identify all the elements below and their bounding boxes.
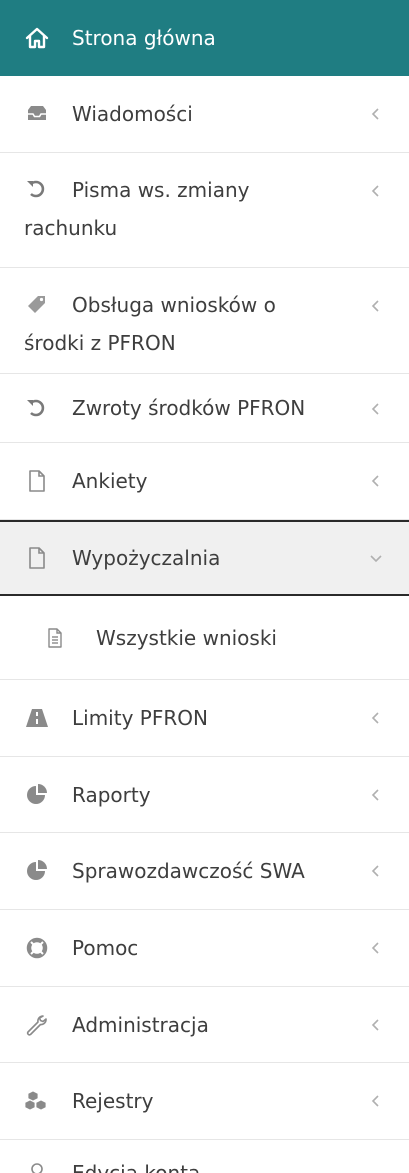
chevron-left-icon [369, 402, 381, 416]
sidebar-item-label: Sprawozdawczość SWA [72, 859, 305, 883]
chevron-left-icon [369, 864, 381, 878]
chevron-left-icon [369, 299, 381, 313]
lifebuoy-icon [24, 936, 50, 960]
sidebar-item-messages[interactable]: Wiadomości [0, 76, 409, 153]
sidebar-item-administration[interactable]: Administracja [0, 987, 409, 1063]
chevron-left-icon [369, 788, 381, 802]
cubes-icon [24, 1089, 50, 1113]
road-icon [24, 706, 50, 730]
sidebar-item-surveys[interactable]: Ankiety [0, 443, 409, 520]
sidebar-item-label: Pomoc [72, 936, 139, 960]
sidebar-item-label-line2: rachunku [24, 216, 118, 240]
chevron-left-icon [369, 1018, 381, 1032]
sidebar-item-label: Administracja [72, 1012, 209, 1037]
sidebar-item-label-line1: Obsługa wniosków o [72, 293, 276, 317]
sidebar-item-label: Zwroty środków PFRON [72, 396, 306, 420]
pie-chart-icon [24, 783, 50, 807]
sidebar-item-label: Wypożyczalnia [72, 546, 221, 570]
document-icon [24, 469, 50, 493]
home-icon [24, 26, 50, 50]
sidebar-item-account-change-letters[interactable]: Pisma ws. zmiany rachunku [0, 153, 409, 268]
sidebar-item-swa-reporting[interactable]: Sprawozdawczość SWA [0, 833, 409, 910]
sidebar-item-pfron-refunds[interactable]: Zwroty środków PFRON [0, 374, 409, 443]
chevron-left-icon [369, 107, 381, 121]
sidebar-nav: Strona główna Wiadomości Pisma ws. zmian… [0, 0, 409, 1173]
chevron-left-icon [369, 184, 381, 198]
sidebar-item-reports[interactable]: Raporty [0, 757, 409, 833]
sidebar-item-label: Ankiety [72, 469, 148, 493]
sidebar-item-registers[interactable]: Rejestry [0, 1063, 409, 1140]
sidebar-item-pfron-applications[interactable]: Obsługa wniosków o środki z PFRON [0, 268, 409, 374]
sidebar-item-label: Raporty [72, 782, 151, 807]
sidebar-item-label: Edycja konta [72, 1161, 201, 1173]
sidebar-subitem-all-applications[interactable]: Wszystkie wnioski [0, 596, 409, 680]
user-icon [24, 1161, 50, 1173]
sidebar-item-rental[interactable]: Wypożyczalnia [0, 520, 409, 596]
sidebar-item-label: Strona główna [72, 26, 216, 50]
sidebar-item-label: Wiadomości [72, 102, 193, 126]
chevron-down-icon [369, 552, 383, 564]
sidebar-item-label: Wszystkie wnioski [96, 625, 277, 650]
sidebar-item-pfron-limits[interactable]: Limity PFRON [0, 680, 409, 757]
sidebar-item-help[interactable]: Pomoc [0, 910, 409, 987]
chevron-left-icon [369, 474, 381, 488]
undo-icon [24, 177, 50, 201]
sidebar-item-edit-account[interactable]: Edycja konta [0, 1140, 409, 1173]
sidebar-item-label-line1: Pisma ws. zmiany [72, 178, 250, 202]
file-text-icon [42, 626, 68, 650]
sidebar-item-label: Rejestry [72, 1089, 154, 1113]
inbox-icon [24, 102, 50, 126]
chevron-left-icon [369, 711, 381, 725]
sidebar-item-label: Limity PFRON [72, 706, 208, 730]
tag-icon [24, 292, 50, 316]
sidebar-item-label-line2: środki z PFRON [24, 331, 176, 355]
undo-icon [24, 396, 50, 420]
document-icon [24, 546, 50, 570]
chevron-left-icon [369, 1094, 381, 1108]
chevron-left-icon [369, 941, 381, 955]
pie-chart-icon [24, 859, 50, 883]
sidebar-item-home[interactable]: Strona główna [0, 0, 409, 76]
wrench-icon [24, 1013, 50, 1037]
